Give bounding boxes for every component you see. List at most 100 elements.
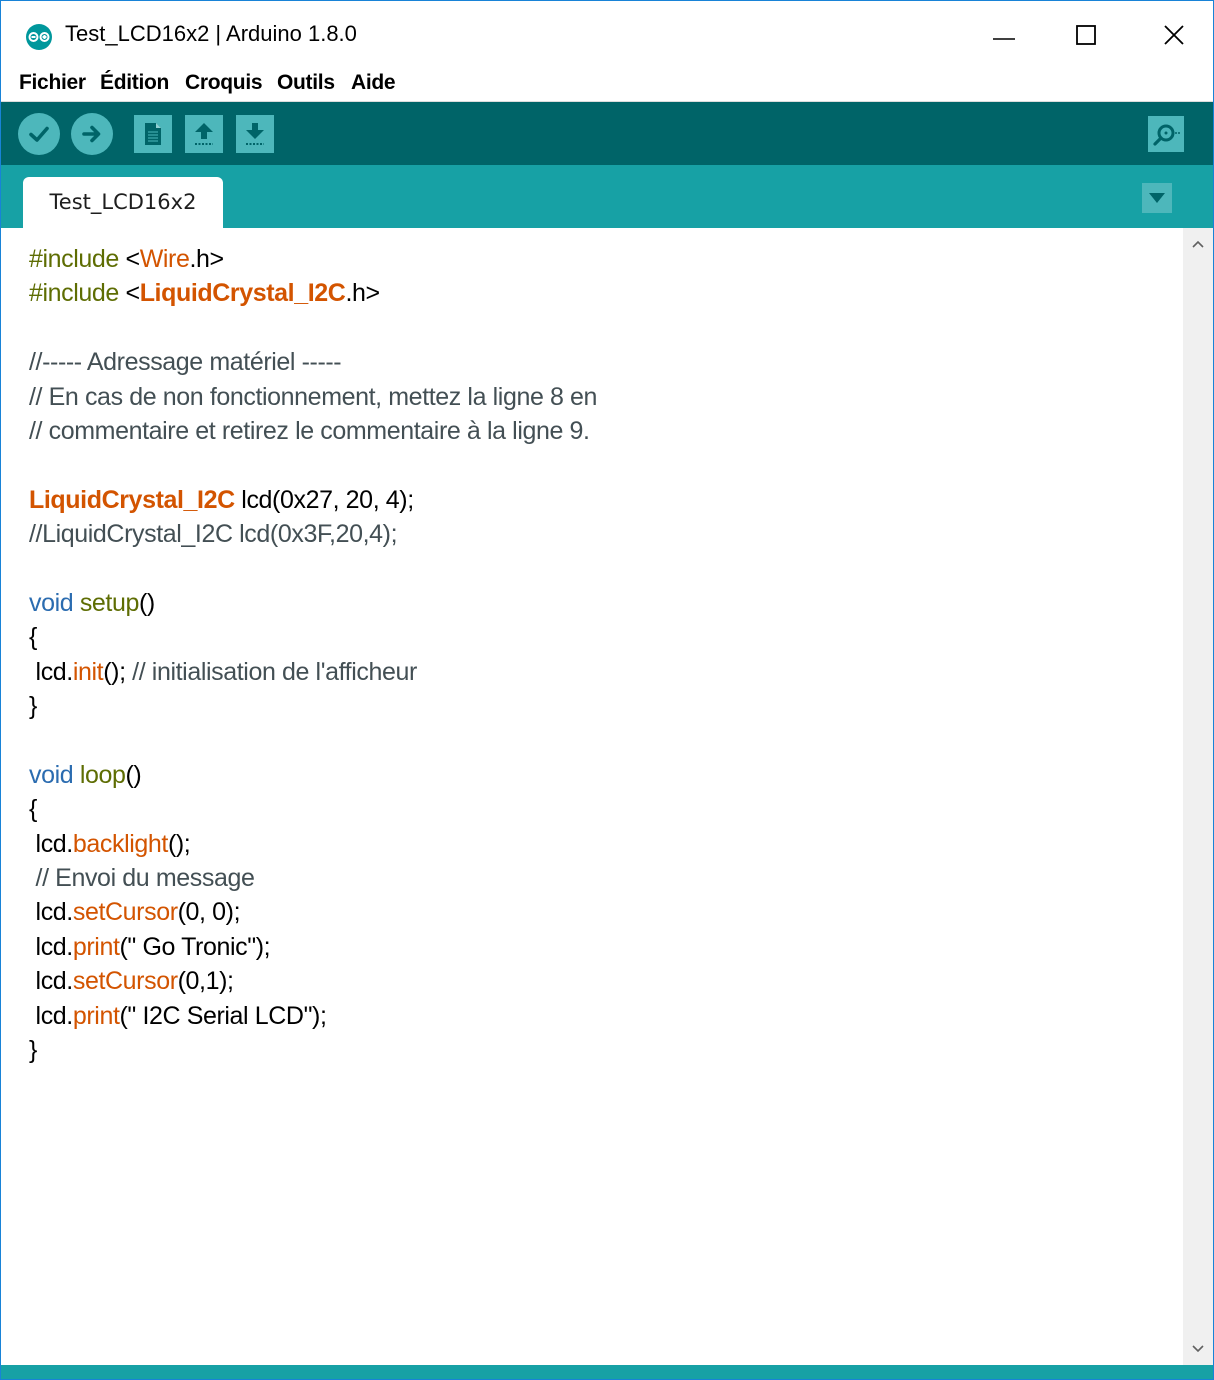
- code-token: .h>: [345, 279, 380, 308]
- serial-monitor-button[interactable]: [1148, 116, 1184, 152]
- code-line[interactable]: lcd.init(); // initialisation de l'affic…: [29, 655, 597, 689]
- code-token: lcd.: [29, 657, 74, 686]
- tab-test-lcd16x2[interactable]: Test_LCD16x2: [23, 177, 223, 228]
- minimize-button[interactable]: [959, 1, 1049, 69]
- status-bar: [1, 1365, 1213, 1379]
- code-token: {: [29, 795, 37, 824]
- code-line[interactable]: #include <Wire.h>: [29, 242, 597, 276]
- code-token: setCursor: [72, 898, 178, 927]
- code-token: #include: [29, 245, 126, 273]
- verify-button[interactable]: [18, 113, 60, 155]
- code-token: LiquidCrystal_I2C: [29, 485, 235, 514]
- code-line[interactable]: LiquidCrystal_I2C lcd(0x27, 20, 4);: [29, 483, 597, 517]
- chevron-down-icon: [1192, 1345, 1204, 1353]
- code-token: setCursor: [72, 967, 178, 996]
- code-token: (): [125, 760, 142, 789]
- new-sketch-button[interactable]: [134, 115, 172, 153]
- code-token: setup: [79, 588, 140, 617]
- close-icon: [1164, 25, 1184, 45]
- code-token: print: [72, 932, 120, 961]
- title-bar[interactable]: Test_LCD16x2 | Arduino 1.8.0: [1, 1, 1213, 69]
- code-line[interactable]: {: [29, 792, 597, 826]
- code-token: void: [29, 760, 74, 789]
- code-token: init: [72, 657, 104, 686]
- code-token: }: [29, 692, 37, 721]
- code-line[interactable]: lcd.setCursor(0, 0);: [29, 895, 597, 929]
- code-token: (0, 0);: [177, 898, 241, 927]
- maximize-button[interactable]: [1041, 1, 1131, 69]
- code-line[interactable]: void loop(): [29, 758, 597, 792]
- code-token: lcd.: [29, 829, 74, 858]
- code-token: lcd.: [29, 898, 74, 927]
- arduino-logo-icon: [26, 24, 52, 50]
- code-token: .h>: [189, 245, 224, 273]
- code-token: (): [138, 588, 155, 617]
- code-line[interactable]: lcd.print(" I2C Serial LCD");: [29, 999, 597, 1033]
- code-line[interactable]: }: [29, 689, 597, 723]
- code-token: <: [125, 279, 140, 308]
- close-button[interactable]: [1129, 1, 1213, 69]
- code-token: ();: [167, 829, 191, 858]
- window-title: Test_LCD16x2 | Arduino 1.8.0: [65, 21, 357, 46]
- code-line[interactable]: lcd.setCursor(0,1);: [29, 964, 597, 998]
- tab-label: Test_LCD16x2: [49, 190, 197, 214]
- code-line[interactable]: //LiquidCrystal_I2C lcd(0x3F,20,4);: [29, 517, 597, 551]
- code-line[interactable]: // En cas de non fonctionnement, mettez …: [29, 380, 597, 414]
- code-line[interactable]: [29, 552, 597, 586]
- code-line[interactable]: [29, 723, 597, 757]
- open-sketch-button[interactable]: [185, 115, 223, 153]
- code-text[interactable]: #include <Wire.h> #include <LiquidCrystal…: [29, 242, 597, 1067]
- verify-icon: [29, 126, 49, 142]
- tab-bar: Test_LCD16x2: [1, 165, 1213, 228]
- upload-button[interactable]: [71, 113, 113, 155]
- code-token: // En cas de non fonctionnement, mettez …: [29, 382, 598, 411]
- code-token: // commentaire et retirez le commentaire…: [29, 416, 590, 445]
- code-line[interactable]: {: [29, 620, 597, 654]
- code-line[interactable]: // commentaire et retirez le commentaire…: [29, 414, 597, 448]
- code-token: print: [72, 1001, 120, 1030]
- code-line[interactable]: [29, 448, 597, 482]
- open-arrow-up-icon: [195, 123, 213, 145]
- save-arrow-down-icon: [246, 123, 264, 145]
- menu-croquis[interactable]: Croquis: [185, 71, 263, 95]
- code-line[interactable]: }: [29, 1033, 597, 1067]
- code-token: (" Go Tronic");: [119, 932, 271, 961]
- menu-fichier[interactable]: Fichier: [19, 71, 86, 95]
- code-token: {: [29, 623, 37, 652]
- new-file-icon: [145, 123, 161, 145]
- code-line[interactable]: lcd.print(" Go Tronic");: [29, 930, 597, 964]
- code-line[interactable]: void setup(): [29, 586, 597, 620]
- code-line[interactable]: #include <LiquidCrystal_I2C.h>: [29, 276, 597, 310]
- code-line[interactable]: // Envoi du message: [29, 861, 597, 895]
- code-token: }: [29, 1035, 37, 1064]
- code-token: lcd.: [29, 932, 74, 961]
- code-token: (" I2C Serial LCD");: [119, 1001, 327, 1030]
- code-token: (0,1);: [177, 967, 234, 996]
- code-line[interactable]: lcd.backlight();: [29, 827, 597, 861]
- upload-arrow-icon: [82, 125, 101, 143]
- code-editor[interactable]: #include <Wire.h> #include <LiquidCrystal…: [1, 228, 1183, 1365]
- menu-aide[interactable]: Aide: [351, 71, 396, 95]
- code-token: //LiquidCrystal_I2C lcd(0x3F,20,4);: [29, 520, 398, 549]
- vertical-scrollbar[interactable]: [1183, 228, 1213, 1365]
- code-token: #include: [29, 279, 126, 308]
- code-token: lcd(0x27, 20, 4);: [234, 485, 414, 514]
- code-token: <: [125, 245, 140, 273]
- chevron-up-icon: [1192, 240, 1204, 248]
- menu-edition[interactable]: Édition: [100, 71, 169, 95]
- magnifier-icon: [1153, 124, 1180, 146]
- code-token: void: [29, 588, 74, 617]
- minimize-icon: [993, 38, 1015, 40]
- code-token: LiquidCrystal_I2C: [139, 279, 346, 308]
- arduino-ide-window: Test_LCD16x2 | Arduino 1.8.0 Fichier Édi…: [0, 0, 1214, 1380]
- code-token: // Envoi du message: [29, 864, 255, 893]
- scroll-up-button[interactable]: [1183, 228, 1213, 260]
- scroll-down-button[interactable]: [1183, 1333, 1213, 1365]
- menu-outils[interactable]: Outils: [277, 71, 335, 95]
- code-line[interactable]: [29, 311, 597, 345]
- code-token: ();: [103, 657, 133, 686]
- save-sketch-button[interactable]: [236, 115, 274, 153]
- tab-menu-button[interactable]: [1142, 183, 1172, 213]
- menu-bar: Fichier Édition Croquis Outils Aide: [1, 69, 1213, 102]
- code-line[interactable]: //----- Adressage matériel -----: [29, 345, 597, 379]
